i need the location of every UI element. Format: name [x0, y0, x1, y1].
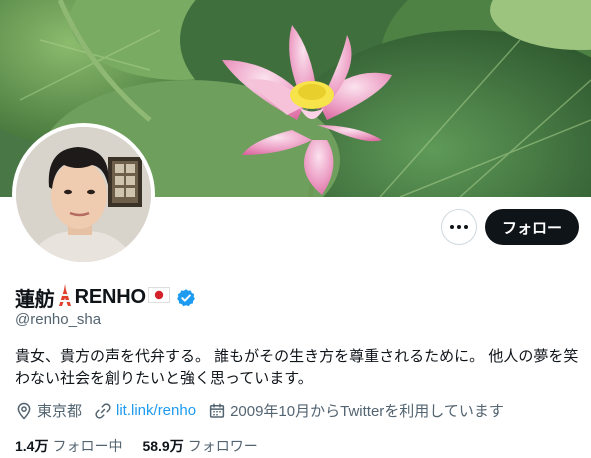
avatar[interactable]	[12, 123, 155, 266]
follow-button[interactable]: フォロー	[485, 209, 579, 245]
followers-label: フォロワー	[187, 438, 258, 454]
followers-count: 58.9万	[142, 438, 184, 454]
tokyo-tower-icon	[57, 283, 73, 312]
japan-flag-icon	[147, 286, 170, 309]
website-link[interactable]: lit.link/renho	[116, 402, 196, 419]
location-pin-icon	[17, 402, 31, 420]
link-icon	[95, 402, 111, 419]
location-text: 東京都	[37, 403, 83, 420]
joined-item: 2009年10月からTwitterを利用しています	[208, 400, 504, 421]
profile-meta: 東京都 lit.link/renho 2009年10月からTwitterを利用し…	[15, 400, 516, 421]
following-count: 1.4万	[15, 438, 49, 454]
following-link[interactable]: 1.4万 フォロー中	[15, 436, 122, 456]
verified-badge-icon[interactable]	[176, 288, 196, 308]
more-button[interactable]	[441, 209, 477, 245]
profile-bio: 貴女、貴方の声を代弁する。 誰もがその生き方を尊重されるために。 他人の夢を笑わ…	[15, 348, 579, 387]
username-handle: @renho_sha	[15, 311, 102, 328]
display-name-prefix: 蓮舫	[15, 289, 55, 311]
website-item: lit.link/renho	[94, 402, 196, 420]
followers-link[interactable]: 58.9万 フォロワー	[142, 436, 257, 456]
joined-text: 2009年10月からTwitterを利用しています	[230, 403, 504, 420]
more-icon	[449, 225, 470, 229]
display-name-main: RENHO	[74, 286, 146, 308]
following-label: フォロー中	[52, 438, 123, 454]
display-name: 蓮舫 RENHO	[15, 283, 196, 312]
location-item: 東京都	[15, 400, 82, 421]
calendar-icon	[209, 403, 225, 418]
follow-stats: 1.4万 フォロー中 58.9万 フォロワー	[15, 436, 278, 456]
profile-photo	[16, 127, 151, 262]
